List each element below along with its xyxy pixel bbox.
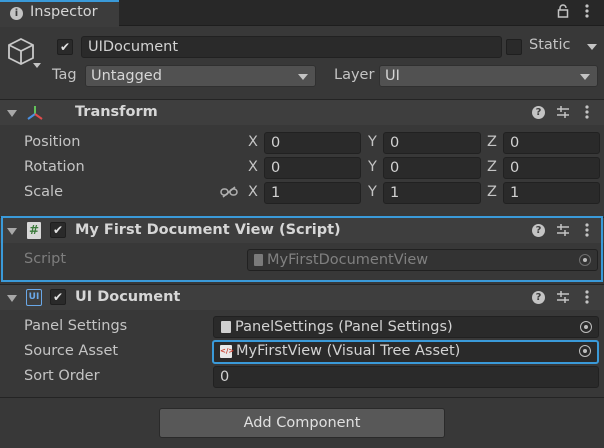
- script-value: MyFirstDocumentView: [267, 252, 429, 268]
- sort-order-label: Sort Order: [24, 368, 100, 384]
- ui-document-enabled-checkbox[interactable]: ✔: [50, 289, 66, 305]
- scale-x-field[interactable]: 1: [264, 182, 361, 204]
- axis-y-label[interactable]: Y: [368, 159, 377, 175]
- axis-x-label[interactable]: X: [248, 184, 258, 200]
- static-label: Static: [529, 37, 571, 53]
- axis-z-label[interactable]: Z: [487, 134, 497, 150]
- scale-label: Scale: [24, 184, 64, 200]
- script-label: Script: [24, 251, 67, 267]
- rotation-x-field[interactable]: 0: [264, 157, 361, 179]
- info-icon: i: [10, 7, 23, 20]
- tag-dropdown[interactable]: Untagged: [85, 65, 316, 87]
- panel-settings-label: Panel Settings: [24, 318, 128, 334]
- transform-title: Transform: [75, 104, 158, 120]
- position-z-field[interactable]: 0: [503, 132, 600, 154]
- position-y-field[interactable]: 0: [383, 132, 481, 154]
- axis-x-label[interactable]: X: [248, 159, 258, 175]
- object-name-field[interactable]: UIDocument: [81, 36, 502, 58]
- static-checkbox[interactable]: [506, 39, 522, 55]
- script-component-header[interactable]: # ✔ My First Document View (Script) ?: [0, 217, 604, 243]
- scale-z-field[interactable]: 1: [503, 182, 600, 204]
- ui-document-title: UI Document: [75, 289, 181, 305]
- position-x-field[interactable]: 0: [264, 132, 361, 154]
- tab-menu-icon[interactable]: [582, 3, 592, 19]
- rotation-y-field[interactable]: 0: [383, 157, 481, 179]
- ui-document-icon: UI: [26, 289, 42, 306]
- tag-value: Untagged: [91, 68, 162, 84]
- script-file-icon: [254, 254, 263, 266]
- axis-x-label[interactable]: X: [248, 134, 258, 150]
- axis-z-label[interactable]: Z: [487, 184, 497, 200]
- layer-label: Layer: [334, 67, 375, 83]
- preset-icon[interactable]: [556, 290, 570, 304]
- help-icon[interactable]: ?: [532, 224, 545, 237]
- gameobject-cube-icon[interactable]: [6, 36, 36, 66]
- tag-label: Tag: [52, 67, 77, 83]
- uxml-asset-icon: </>: [220, 345, 234, 358]
- component-menu-icon[interactable]: [583, 104, 591, 120]
- tab-title: Inspector: [30, 4, 98, 20]
- layer-value: UI: [385, 68, 400, 84]
- help-icon[interactable]: ?: [532, 291, 545, 304]
- scale-y-field[interactable]: 1: [383, 182, 481, 204]
- foldout-arrow-icon[interactable]: [7, 110, 17, 117]
- source-asset-label: Source Asset: [24, 343, 119, 359]
- axis-z-label[interactable]: Z: [487, 159, 497, 175]
- rotation-label: Rotation: [24, 159, 85, 175]
- component-menu-icon[interactable]: [583, 289, 591, 305]
- footer-divider: [0, 397, 604, 398]
- script-enabled-checkbox[interactable]: ✔: [50, 222, 66, 238]
- panel-settings-field[interactable]: PanelSettings (Panel Settings): [213, 316, 599, 338]
- ui-document-header[interactable]: UI ✔ UI Document ?: [0, 284, 604, 310]
- layer-dropdown[interactable]: UI: [379, 65, 598, 87]
- component-menu-icon[interactable]: [583, 222, 591, 238]
- source-asset-value: MyFirstView (Visual Tree Asset): [236, 343, 461, 359]
- add-component-button[interactable]: Add Component: [159, 408, 445, 438]
- source-asset-field[interactable]: </> MyFirstView (Visual Tree Asset): [212, 340, 599, 364]
- panel-settings-value: PanelSettings (Panel Settings): [235, 319, 453, 335]
- preset-icon[interactable]: [556, 105, 570, 119]
- object-picker-icon[interactable]: [580, 321, 592, 333]
- script-component-title: My First Document View (Script): [75, 222, 341, 238]
- foldout-arrow-icon[interactable]: [7, 295, 17, 302]
- constrain-proportions-link-icon[interactable]: [220, 185, 238, 199]
- lock-icon[interactable]: [557, 4, 569, 18]
- axis-y-label[interactable]: Y: [368, 134, 377, 150]
- chevron-down-icon: [298, 74, 308, 80]
- object-picker-icon: [579, 254, 591, 266]
- add-component-label: Add Component: [243, 415, 361, 431]
- transform-axes-icon: [26, 104, 44, 122]
- rotation-z-field[interactable]: 0: [503, 157, 600, 179]
- sort-order-field[interactable]: 0: [213, 366, 599, 388]
- inspector-tab[interactable]: i Inspector: [0, 0, 119, 27]
- panel-settings-asset-icon: [221, 321, 231, 333]
- transform-header[interactable]: Transform ?: [0, 99, 604, 125]
- object-picker-icon[interactable]: [579, 345, 591, 357]
- foldout-arrow-icon[interactable]: [7, 228, 17, 235]
- active-checkbox[interactable]: ✔: [57, 39, 73, 55]
- help-icon[interactable]: ?: [532, 106, 545, 119]
- preset-icon[interactable]: [556, 223, 570, 237]
- position-label: Position: [24, 134, 81, 150]
- icon-dropdown-arrow-icon[interactable]: [33, 63, 41, 68]
- csharp-script-icon: #: [27, 222, 41, 239]
- chevron-down-icon: [580, 74, 590, 80]
- axis-y-label[interactable]: Y: [368, 184, 377, 200]
- static-dropdown-arrow-icon[interactable]: [587, 44, 597, 50]
- script-object-field: MyFirstDocumentView: [247, 249, 598, 271]
